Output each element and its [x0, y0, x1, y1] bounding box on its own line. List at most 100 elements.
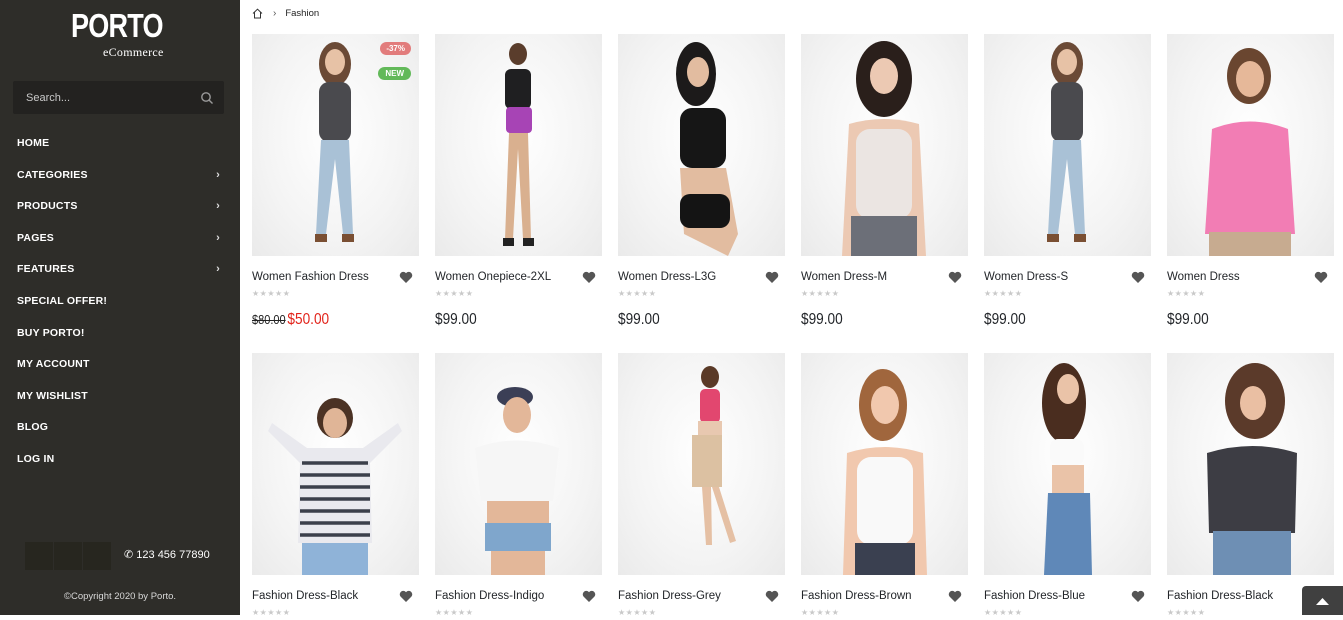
- nav-item-my-account[interactable]: MY ACCOUNT: [0, 349, 240, 381]
- copyright: ©Copyright 2020 by Porto.: [63, 591, 177, 602]
- product-photo: [676, 42, 738, 256]
- product-name[interactable]: Fashion Dress-Black: [252, 590, 358, 602]
- product-card[interactable]: Women Dress-L3G ★★★★★ $99.00: [618, 34, 785, 328]
- phone-icon: ✆: [124, 549, 134, 561]
- nav-item-special-offer[interactable]: SPECIAL OFFER!: [0, 286, 240, 318]
- product-image[interactable]: -37% NEW: [252, 34, 419, 256]
- nav-item-label: PRODUCTS: [17, 200, 78, 213]
- product-card[interactable]: Fashion Dress-Brown ★★★★★: [801, 353, 968, 617]
- sale-price: $50.00: [287, 311, 330, 328]
- rating-stars: ★★★★★: [1167, 289, 1206, 298]
- nav-item-categories[interactable]: CATEGORIES ›: [0, 160, 240, 192]
- product-price: $99.00: [1167, 311, 1209, 328]
- heart-icon[interactable]: [1314, 271, 1328, 284]
- product-card[interactable]: -37% NEW Women Fashion Dress ★★★★★ $80.0…: [252, 34, 419, 328]
- scroll-to-top-button[interactable]: [1302, 586, 1343, 615]
- product-name[interactable]: Women Dress: [1167, 271, 1240, 283]
- product-image[interactable]: [435, 353, 602, 575]
- product-card[interactable]: Fashion Dress-Black ★★★★★: [1167, 353, 1334, 617]
- product-card[interactable]: Fashion Dress-Black ★★★★★: [252, 353, 419, 617]
- home-icon[interactable]: [252, 8, 263, 19]
- product-price: $80.00 $50.00: [252, 311, 329, 329]
- nav-item-label: FEATURES: [17, 263, 75, 276]
- product-photo: [1207, 363, 1297, 575]
- social-instagram-button[interactable]: [83, 542, 111, 570]
- product-image[interactable]: [984, 34, 1151, 256]
- heart-icon[interactable]: [399, 590, 413, 603]
- heart-icon[interactable]: [582, 590, 596, 603]
- product-name[interactable]: Women Dress-S: [984, 271, 1068, 283]
- chevron-right-icon: ›: [216, 200, 220, 213]
- heart-icon[interactable]: [1131, 271, 1145, 284]
- nav-item-label: SPECIAL OFFER!: [17, 294, 108, 307]
- breadcrumb: › Fashion: [252, 5, 319, 21]
- product-card[interactable]: Women Dress-S ★★★★★ $99.00: [984, 34, 1151, 328]
- nav-item-blog[interactable]: BLOG: [0, 412, 240, 444]
- product-card[interactable]: Fashion Dress-Indigo ★★★★★: [435, 353, 602, 617]
- product-name[interactable]: Fashion Dress-Brown: [801, 590, 912, 602]
- nav-item-my-wishlist[interactable]: MY WISHLIST: [0, 381, 240, 413]
- heart-icon[interactable]: [1131, 590, 1145, 603]
- chevron-up-icon: [1316, 598, 1329, 605]
- social-facebook-button[interactable]: [25, 542, 53, 570]
- product-card[interactable]: Women Onepiece-2XL ★★★★★ $99.00: [435, 34, 602, 328]
- product-card[interactable]: Fashion Dress-Grey ★★★★★: [618, 353, 785, 617]
- heart-icon[interactable]: [582, 271, 596, 284]
- nav-item-log-in[interactable]: LOG IN: [0, 444, 240, 476]
- nav-item-label: BLOG: [17, 421, 49, 434]
- product-price: $99.00: [801, 311, 843, 328]
- new-badge: NEW: [378, 67, 411, 80]
- product-card[interactable]: Women Dress-M ★★★★★ $99.00: [801, 34, 968, 328]
- product-image[interactable]: [984, 353, 1151, 575]
- nav-item-pages[interactable]: PAGES ›: [0, 223, 240, 255]
- product-image[interactable]: [801, 34, 968, 256]
- rating-stars: ★★★★★: [1167, 608, 1206, 617]
- nav-item-features[interactable]: FEATURES ›: [0, 254, 240, 286]
- product-photo: [1047, 42, 1086, 242]
- product-name[interactable]: Women Onepiece-2XL: [435, 271, 551, 283]
- nav-item-buy-porto[interactable]: BUY PORTO!: [0, 318, 240, 350]
- heart-icon[interactable]: [948, 590, 962, 603]
- product-card[interactable]: Fashion Dress-Blue ★★★★★: [984, 353, 1151, 617]
- chevron-right-icon: ›: [216, 263, 220, 276]
- rating-stars: ★★★★★: [435, 608, 474, 617]
- product-image[interactable]: [618, 34, 785, 256]
- product-image[interactable]: [1167, 34, 1334, 256]
- heart-icon[interactable]: [765, 271, 779, 284]
- nav-item-products[interactable]: PRODUCTS ›: [0, 191, 240, 223]
- product-name[interactable]: Fashion Dress-Blue: [984, 590, 1085, 602]
- product-name[interactable]: Women Fashion Dress: [252, 271, 369, 283]
- rating-stars: ★★★★★: [435, 289, 474, 298]
- nav-item-label: HOME: [17, 137, 50, 149]
- social-links: [25, 542, 111, 570]
- search-icon[interactable]: [200, 91, 214, 105]
- heart-icon[interactable]: [765, 590, 779, 603]
- sidebar: PORTO eCommerce HOME CATEGORIES › PRODUCT…: [0, 0, 240, 615]
- rating-stars: ★★★★★: [252, 608, 291, 617]
- old-price: $80.00: [252, 313, 286, 327]
- product-image[interactable]: [801, 353, 968, 575]
- product-photo: [843, 369, 927, 575]
- logo[interactable]: PORTO eCommerce: [0, 9, 240, 60]
- product-photo: [1205, 48, 1295, 256]
- product-name[interactable]: Fashion Dress-Indigo: [435, 590, 544, 602]
- product-photo: [503, 43, 534, 246]
- product-card[interactable]: Women Dress ★★★★★ $99.00: [1167, 34, 1334, 328]
- product-image[interactable]: [435, 34, 602, 256]
- search-input[interactable]: [13, 81, 196, 114]
- product-name[interactable]: Women Dress-M: [801, 271, 887, 283]
- phone-contact[interactable]: ✆ 123 456 77890: [124, 548, 210, 561]
- product-name[interactable]: Fashion Dress-Black: [1167, 590, 1273, 602]
- phone-number: 123 456 77890: [136, 549, 210, 561]
- product-name[interactable]: Fashion Dress-Grey: [618, 590, 721, 602]
- nav-item-home[interactable]: HOME: [0, 128, 240, 160]
- product-image[interactable]: [252, 353, 419, 575]
- product-image[interactable]: [1167, 353, 1334, 575]
- rating-stars: ★★★★★: [618, 608, 657, 617]
- heart-icon[interactable]: [948, 271, 962, 284]
- heart-icon[interactable]: [399, 271, 413, 284]
- nav-item-label: MY ACCOUNT: [17, 358, 90, 371]
- social-twitter-button[interactable]: [54, 542, 82, 570]
- product-name[interactable]: Women Dress-L3G: [618, 271, 716, 283]
- product-image[interactable]: [618, 353, 785, 575]
